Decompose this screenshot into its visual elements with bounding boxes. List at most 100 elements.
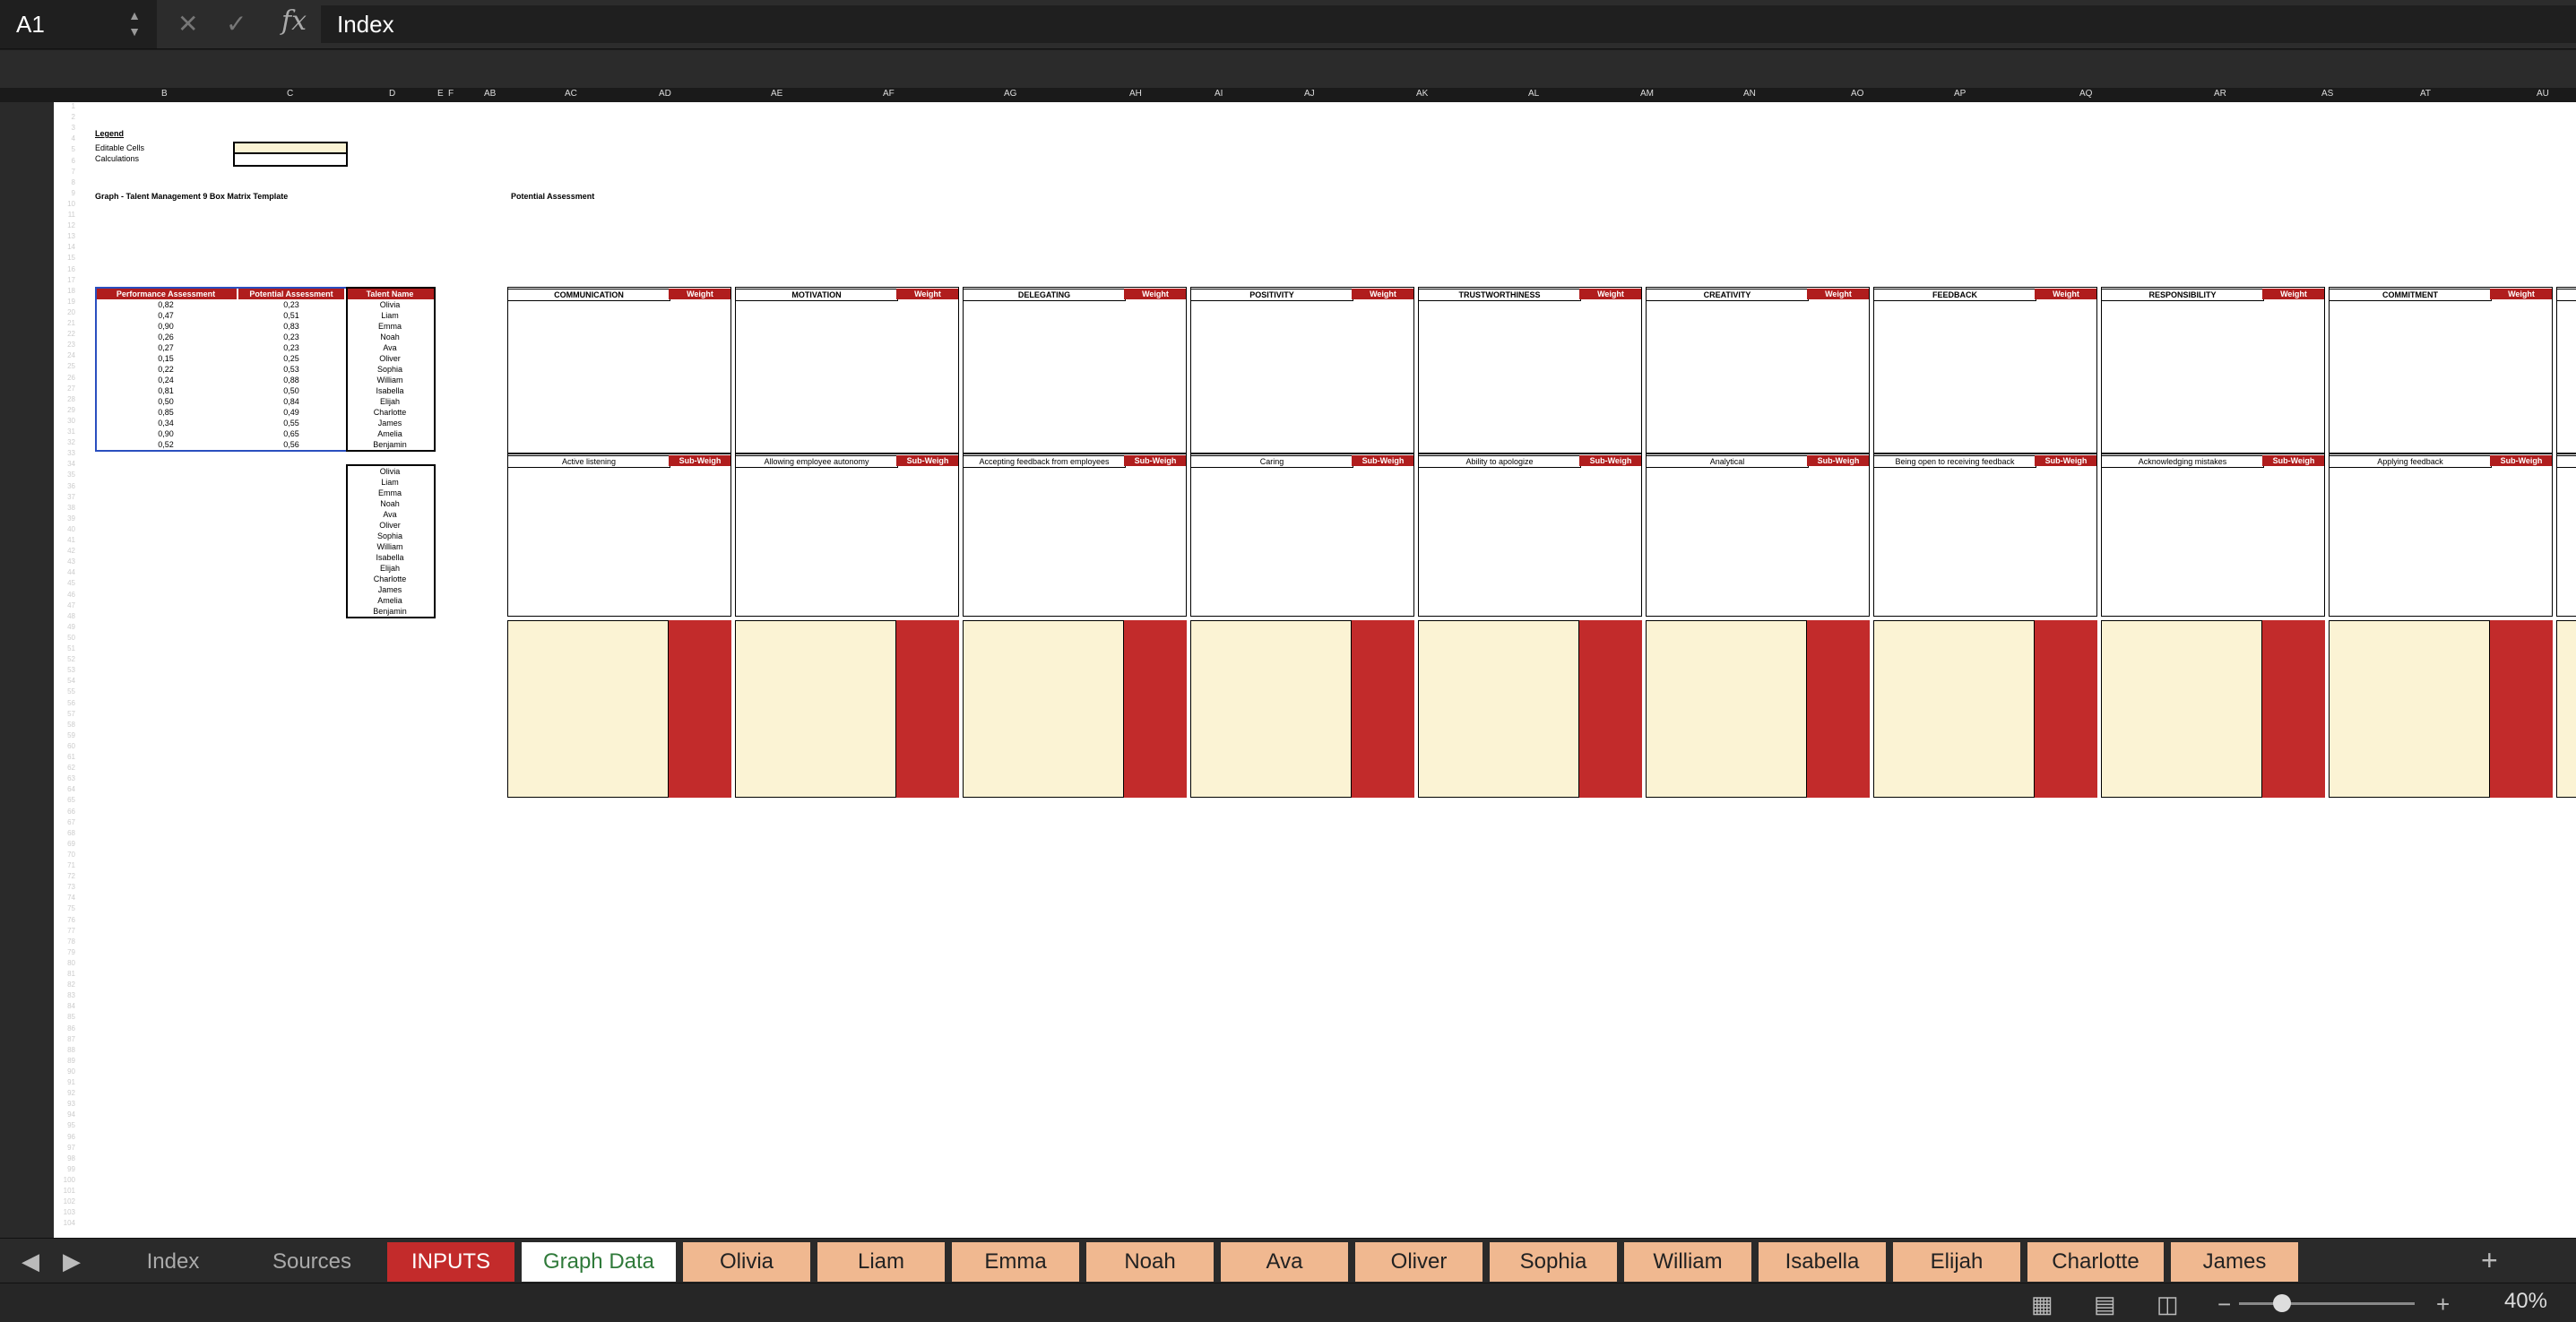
sheet-tab-isabella[interactable]: Isabella <box>1759 1242 1886 1282</box>
sheet-tab-graph-data[interactable]: Graph Data <box>522 1242 676 1282</box>
row-header[interactable]: 32 <box>56 438 75 449</box>
formula-input[interactable]: Index <box>321 5 2576 43</box>
sheet-tab-emma[interactable]: Emma <box>952 1242 1079 1282</box>
row-header[interactable]: 91 <box>56 1078 75 1089</box>
row-header[interactable]: 64 <box>56 785 75 796</box>
row-header[interactable]: 33 <box>56 449 75 460</box>
fx-icon[interactable]: fx <box>281 5 307 37</box>
row-header[interactable]: 10 <box>56 200 75 211</box>
column-header[interactable]: AO <box>1851 89 1863 99</box>
row-header[interactable]: 47 <box>56 601 75 612</box>
row-header[interactable]: 84 <box>56 1002 75 1013</box>
row-header[interactable]: 7 <box>56 168 75 178</box>
zoom-slider-knob[interactable] <box>2273 1294 2291 1312</box>
column-header[interactable]: AD <box>659 89 671 99</box>
row-header[interactable]: 74 <box>56 894 75 904</box>
column-header[interactable]: AP <box>1954 89 1966 99</box>
column-header[interactable]: AE <box>771 89 782 99</box>
row-header[interactable]: 50 <box>56 634 75 644</box>
row-header[interactable]: 34 <box>56 460 75 471</box>
column-header[interactable]: AI <box>1215 89 1223 99</box>
row-header[interactable]: 29 <box>56 406 75 417</box>
list-item[interactable]: Isabella <box>346 552 434 563</box>
row-header[interactable]: 92 <box>56 1089 75 1100</box>
row-header[interactable]: 19 <box>56 298 75 308</box>
editable-skill-cells[interactable] <box>2556 620 2576 798</box>
row-header[interactable]: 5 <box>56 145 75 156</box>
row-header[interactable]: 96 <box>56 1133 75 1144</box>
sheet-tab-william[interactable]: William <box>1624 1242 1751 1282</box>
row-header[interactable]: 21 <box>56 319 75 330</box>
list-item[interactable]: Noah <box>346 498 434 509</box>
editable-skill-cells[interactable] <box>1418 620 1579 798</box>
row-header[interactable]: 62 <box>56 764 75 774</box>
row-header[interactable]: 3 <box>56 124 75 134</box>
editable-skill-cells[interactable] <box>1646 620 1807 798</box>
row-header[interactable]: 41 <box>56 536 75 547</box>
row-header[interactable]: 52 <box>56 655 75 666</box>
row-header[interactable]: 60 <box>56 742 75 753</box>
row-header[interactable]: 75 <box>56 904 75 915</box>
row-header[interactable]: 72 <box>56 872 75 883</box>
row-header[interactable]: 4 <box>56 134 75 145</box>
row-header[interactable]: 87 <box>56 1035 75 1046</box>
row-header[interactable]: 23 <box>56 341 75 351</box>
row-header[interactable]: 70 <box>56 851 75 861</box>
sheet-tab-james[interactable]: James <box>2171 1242 2298 1282</box>
row-header[interactable]: 88 <box>56 1046 75 1057</box>
column-header[interactable]: F <box>448 89 454 99</box>
sheet-tab-oliver[interactable]: Oliver <box>1355 1242 1482 1282</box>
editable-skill-cells[interactable] <box>507 620 669 798</box>
row-header[interactable]: 51 <box>56 644 75 655</box>
sheet-tab-index[interactable]: Index <box>109 1242 237 1282</box>
list-item[interactable]: Liam <box>346 477 434 488</box>
editable-skill-cells[interactable] <box>2329 620 2490 798</box>
row-header[interactable]: 104 <box>56 1219 75 1230</box>
row-header[interactable]: 79 <box>56 948 75 959</box>
normal-view-icon[interactable]: ▦ <box>2031 1291 2053 1318</box>
row-header[interactable]: 14 <box>56 243 75 254</box>
row-header[interactable]: 8 <box>56 178 75 189</box>
row-header[interactable]: 42 <box>56 547 75 557</box>
column-header[interactable]: AM <box>1640 89 1654 99</box>
zoom-slider[interactable] <box>2239 1302 2415 1305</box>
row-header[interactable]: 95 <box>56 1121 75 1132</box>
row-header[interactable]: 17 <box>56 276 75 287</box>
column-outline-bar[interactable] <box>0 50 2576 88</box>
row-header[interactable]: 100 <box>56 1176 75 1187</box>
row-header[interactable]: 102 <box>56 1197 75 1208</box>
name-box[interactable]: A1 ▲ ▼ <box>0 0 157 48</box>
row-header[interactable]: 85 <box>56 1013 75 1024</box>
row-header[interactable]: 86 <box>56 1024 75 1035</box>
row-header[interactable]: 56 <box>56 699 75 710</box>
sheet-tab-sophia[interactable]: Sophia <box>1490 1242 1617 1282</box>
name-box-stepper-icon[interactable]: ▲ ▼ <box>128 7 141 39</box>
list-item[interactable]: Amelia <box>346 595 434 606</box>
column-header[interactable]: D <box>389 89 395 99</box>
row-header[interactable]: 12 <box>56 221 75 232</box>
row-header[interactable]: 69 <box>56 840 75 851</box>
row-header[interactable]: 27 <box>56 385 75 395</box>
row-header[interactable]: 44 <box>56 568 75 579</box>
row-header[interactable]: 58 <box>56 721 75 731</box>
sheet-tab-charlotte[interactable]: Charlotte <box>2027 1242 2164 1282</box>
column-header[interactable]: AJ <box>1304 89 1315 99</box>
column-headers[interactable]: B C D E F AB AC AD AE AF AG AH AI AJ AK AL AM AN AO AP AQ AR A… <box>0 88 2576 102</box>
row-header[interactable]: 90 <box>56 1067 75 1078</box>
row-header[interactable]: 18 <box>56 287 75 298</box>
sheet-tab-inputs[interactable]: INPUTS <box>387 1242 514 1282</box>
row-header[interactable]: 67 <box>56 818 75 829</box>
row-header[interactable]: 103 <box>56 1208 75 1219</box>
sheet-tab-ava[interactable]: Ava <box>1221 1242 1348 1282</box>
row-header[interactable]: 59 <box>56 731 75 742</box>
row-header[interactable]: 16 <box>56 265 75 276</box>
row-header[interactable]: 37 <box>56 493 75 504</box>
sheet-tab-elijah[interactable]: Elijah <box>1893 1242 2020 1282</box>
column-header[interactable]: AK <box>1416 89 1428 99</box>
row-header[interactable]: 71 <box>56 861 75 872</box>
column-header[interactable]: AL <box>1528 89 1539 99</box>
worksheet[interactable]: B C D E F AB AC AD AE AF AG AH AI AJ AK AL AM AN AO AP AQ AR A… <box>0 50 2576 1238</box>
column-header[interactable]: AG <box>1004 89 1016 99</box>
row-header[interactable]: 2 <box>56 113 75 124</box>
editable-skill-cells[interactable] <box>963 620 1124 798</box>
